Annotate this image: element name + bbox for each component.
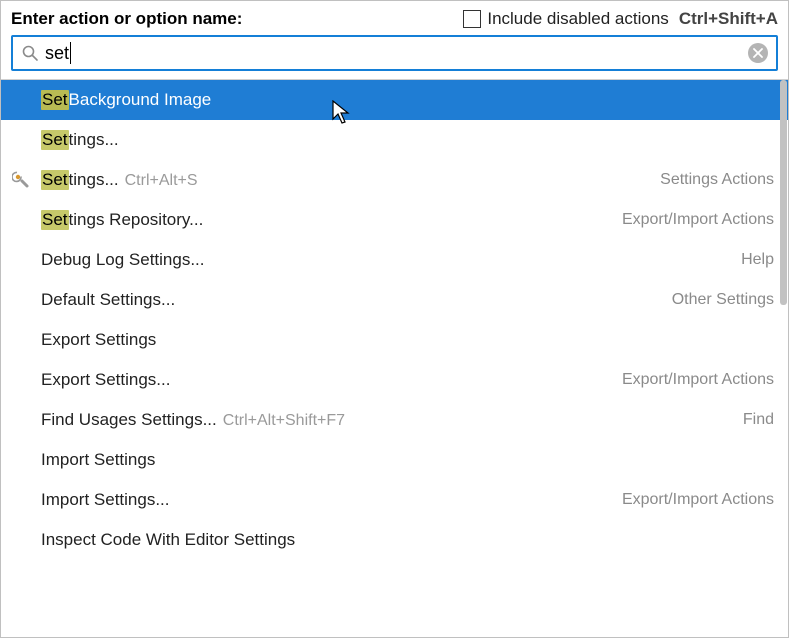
item-category: Export/Import Actions — [622, 371, 774, 389]
text-caret — [70, 42, 71, 64]
item-text: Export Settings... — [41, 370, 170, 390]
item-text: tings... — [69, 130, 119, 150]
list-item[interactable]: Import Settings — [1, 440, 788, 480]
item-text: Import Settings... — [41, 490, 170, 510]
item-category: Export/Import Actions — [622, 491, 774, 509]
item-text: Inspect Code With Editor Settings — [41, 530, 295, 550]
item-text: Find Usages Settings... — [41, 410, 217, 430]
item-label: Settings... — [41, 130, 119, 150]
clear-icon[interactable] — [748, 43, 768, 63]
empty-icon — [11, 250, 31, 270]
list-item[interactable]: Settings... — [1, 120, 788, 160]
item-label: Settings Repository... — [41, 210, 203, 230]
list-item[interactable]: Find Usages Settings... Ctrl+Alt+Shift+F7… — [1, 400, 788, 440]
include-disabled-checkbox-wrap[interactable]: Include disabled actions Ctrl+Shift+A — [463, 9, 778, 29]
empty-icon — [11, 210, 31, 230]
item-label: Inspect Code With Editor Settings — [41, 530, 295, 550]
dialog-shortcut: Ctrl+Shift+A — [679, 9, 778, 29]
item-label: Default Settings... — [41, 290, 175, 310]
item-label: Export Settings — [41, 330, 156, 350]
empty-icon — [11, 410, 31, 430]
item-text: tings... — [69, 170, 119, 190]
item-label: Find Usages Settings... Ctrl+Alt+Shift+F7 — [41, 410, 345, 430]
empty-icon — [11, 90, 31, 110]
item-label: Import Settings... — [41, 490, 170, 510]
item-shortcut: Ctrl+Alt+S — [125, 172, 198, 190]
results-list: Set Background ImageSettings...Settings.… — [1, 79, 788, 560]
empty-icon — [11, 370, 31, 390]
include-disabled-checkbox[interactable] — [463, 10, 481, 28]
match-highlight: Set — [41, 130, 69, 150]
wrench-icon — [11, 170, 31, 190]
item-text: Debug Log Settings... — [41, 250, 205, 270]
list-item[interactable]: Import Settings... Export/Import Actions — [1, 480, 788, 520]
item-label: Export Settings... — [41, 370, 170, 390]
empty-icon — [11, 530, 31, 550]
item-text: Default Settings... — [41, 290, 175, 310]
empty-icon — [11, 330, 31, 350]
search-text[interactable]: set — [39, 42, 748, 64]
search-value: set — [45, 43, 69, 64]
item-category: Find — [743, 411, 774, 429]
item-label: Settings... Ctrl+Alt+S — [41, 170, 198, 190]
match-highlight: Set — [41, 210, 69, 230]
list-item[interactable]: Debug Log Settings... Help — [1, 240, 788, 280]
match-highlight: Set — [41, 170, 69, 190]
item-category: Settings Actions — [660, 171, 774, 189]
header: Enter action or option name: Include dis… — [1, 1, 788, 35]
item-label: Set Background Image — [41, 90, 211, 110]
search-row: set — [1, 35, 788, 79]
search-icon — [21, 44, 39, 62]
empty-icon — [11, 130, 31, 150]
empty-icon — [11, 490, 31, 510]
empty-icon — [11, 290, 31, 310]
empty-icon — [11, 450, 31, 470]
list-item[interactable]: Inspect Code With Editor Settings — [1, 520, 788, 560]
item-text: Export Settings — [41, 330, 156, 350]
search-input[interactable]: set — [11, 35, 778, 71]
list-item[interactable]: Set Background Image — [1, 80, 788, 120]
list-item[interactable]: Settings... Ctrl+Alt+S Settings Actions — [1, 160, 788, 200]
list-item[interactable]: Default Settings... Other Settings — [1, 280, 788, 320]
item-label: Import Settings — [41, 450, 155, 470]
prompt-label: Enter action or option name: — [11, 9, 242, 29]
item-category: Help — [741, 251, 774, 269]
item-text: tings Repository... — [69, 210, 204, 230]
list-item[interactable]: Export Settings — [1, 320, 788, 360]
include-disabled-label: Include disabled actions — [487, 9, 668, 29]
list-item[interactable]: Export Settings... Export/Import Actions — [1, 360, 788, 400]
list-item[interactable]: Settings Repository... Export/Import Acti… — [1, 200, 788, 240]
item-category: Other Settings — [672, 291, 774, 309]
scrollbar-thumb[interactable] — [780, 80, 787, 305]
item-category: Export/Import Actions — [622, 211, 774, 229]
item-text: Background Image — [69, 90, 212, 110]
match-highlight: Set — [41, 90, 69, 110]
item-label: Debug Log Settings... — [41, 250, 205, 270]
item-text: Import Settings — [41, 450, 155, 470]
item-shortcut: Ctrl+Alt+Shift+F7 — [223, 412, 345, 430]
